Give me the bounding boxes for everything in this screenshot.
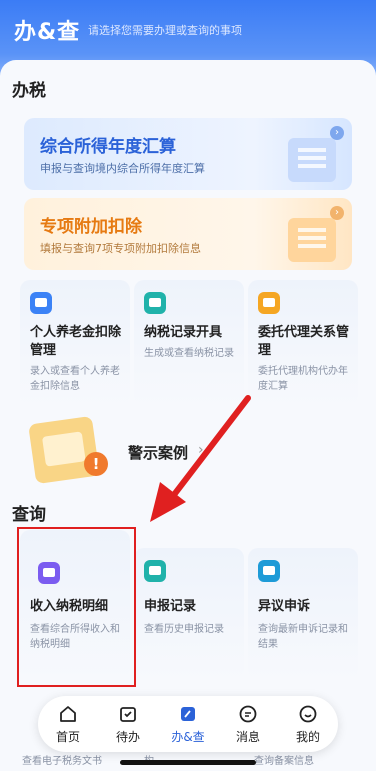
profile-icon: [299, 705, 317, 723]
bottom-nav: 首页 待办 办&查 消息 我的: [38, 696, 338, 752]
home-indicator[interactable]: [120, 760, 256, 765]
nav-todo[interactable]: 待办: [102, 702, 154, 748]
peek-text-right: 查询备案信息: [254, 756, 314, 767]
todo-icon: [120, 707, 136, 722]
message-icon: [239, 705, 257, 723]
nav-label: 首页: [55, 730, 80, 744]
annotation-arrow: [150, 395, 251, 522]
do-query-icon: [181, 707, 195, 721]
home-icon: [60, 706, 76, 722]
nav-label: 办&查: [171, 730, 205, 744]
peek-text-left: 查看电子税务文书: [22, 756, 102, 767]
nav-home[interactable]: 首页: [42, 702, 94, 748]
nav-profile[interactable]: 我的: [282, 702, 334, 748]
nav-message[interactable]: 消息: [222, 702, 274, 748]
nav-do-query[interactable]: 办&查: [162, 702, 214, 748]
nav-label: 我的: [295, 730, 320, 744]
nav-label: 待办: [115, 730, 140, 744]
nav-label: 消息: [235, 730, 260, 744]
